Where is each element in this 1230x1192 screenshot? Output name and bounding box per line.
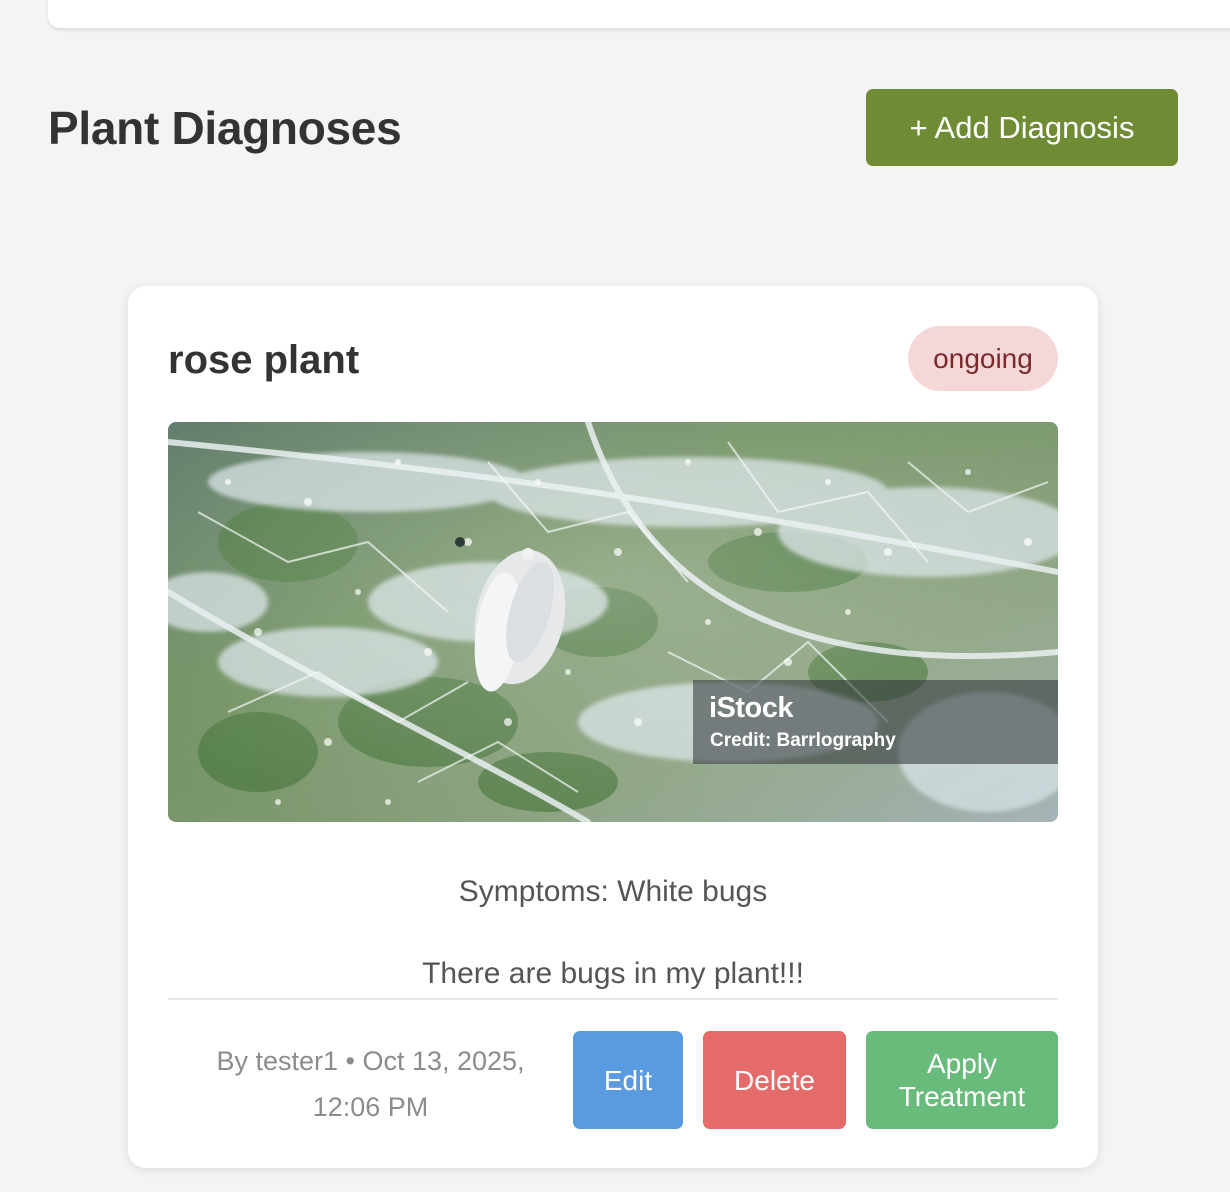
description-text: There are bugs in my plant!!!	[422, 957, 804, 990]
apply-label-line1: Apply	[926, 1048, 998, 1079]
symptoms-text: Symptoms: White bugs	[458, 875, 768, 908]
delete-button[interactable]: Delete	[703, 1031, 846, 1129]
meta-time: 12:06 PM	[312, 1092, 429, 1122]
diagnosis-card: rose plant ongoing iStock Credit: Barrlo…	[128, 286, 1098, 1168]
apply-treatment-button[interactable]: Apply Treatment	[866, 1031, 1058, 1129]
watermark: iStock Credit: Barrlography	[693, 680, 1058, 764]
plant-name: rose plant	[168, 338, 360, 382]
istock-logo: iStock	[709, 692, 794, 724]
watermark-credit: Credit: Barrlography	[710, 730, 896, 751]
add-diagnosis-button[interactable]: + Add Diagnosis	[866, 89, 1178, 166]
top-panel	[48, 0, 1230, 28]
status-badge: ongoing	[908, 326, 1058, 391]
diagnosis-meta: By tester1 • Oct 13, 2025, 12:06 PM	[188, 1038, 553, 1130]
divider	[168, 998, 1058, 1000]
page-title: Plant Diagnoses	[48, 102, 402, 154]
diagnosis-photo: iStock Credit: Barrlography	[168, 422, 1058, 822]
edit-button[interactable]: Edit	[573, 1031, 683, 1129]
apply-label-line2: Treatment	[898, 1081, 1026, 1112]
meta-author-date: By tester1 • Oct 13, 2025,	[216, 1046, 525, 1076]
